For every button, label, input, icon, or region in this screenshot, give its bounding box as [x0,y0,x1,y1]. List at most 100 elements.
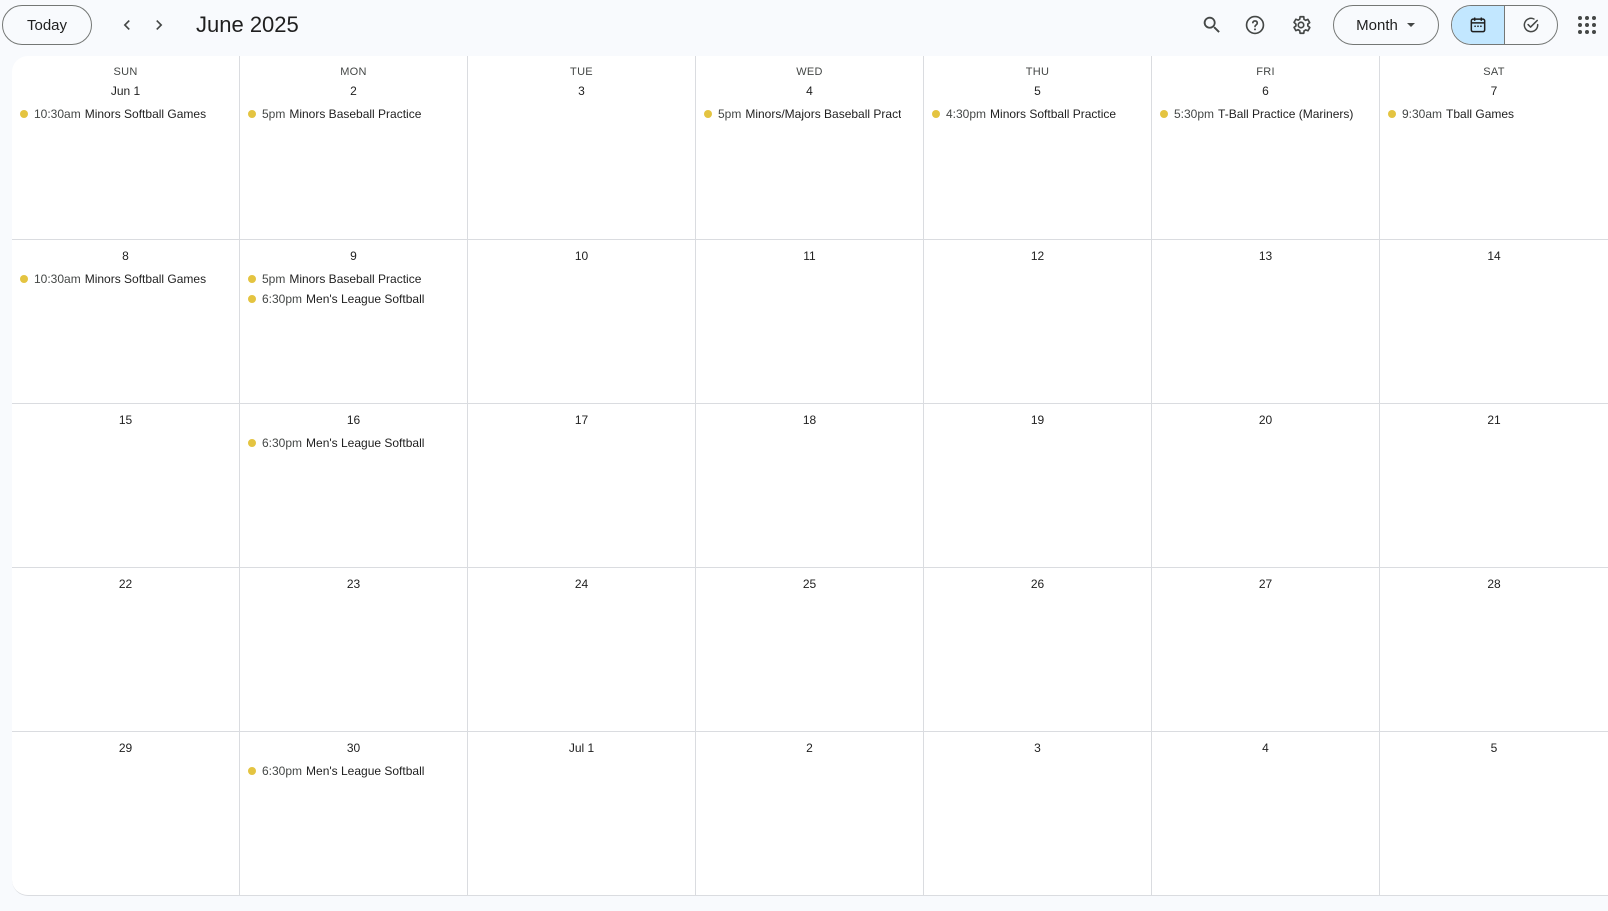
apps-button[interactable] [1567,5,1607,45]
day-cell[interactable]: 14 [1380,240,1608,404]
day-number[interactable]: 26 [924,574,1151,594]
day-cell[interactable]: 4 [1152,732,1380,896]
day-number[interactable]: 3 [468,81,695,101]
calendar-event[interactable]: 6:30pm Men's League Softball [240,433,463,453]
day-cell[interactable]: 24 [468,568,696,732]
day-cell[interactable]: WED 4 5pm Minors/Majors Baseball Pract [696,56,924,240]
day-cell[interactable]: 23 [240,568,468,732]
day-number[interactable]: 4 [696,81,923,101]
calendar-event[interactable]: 6:30pm Men's League Softball [240,289,463,309]
event-color-dot [248,767,256,775]
day-number[interactable]: 25 [696,574,923,594]
day-cell[interactable]: 20 [1152,404,1380,568]
calendar-event[interactable]: 5:30pm T-Ball Practice (Mariners) [1152,104,1375,124]
calendar-event[interactable]: 6:30pm Men's League Softball [240,761,463,781]
day-number[interactable]: 22 [12,574,239,594]
day-number[interactable]: 10 [468,246,695,266]
day-number[interactable]: Jul 1 [468,738,695,758]
event-time: 5pm [718,107,742,121]
calendar-event[interactable]: 5pm Minors Baseball Practice [240,104,463,124]
calendar-event[interactable]: 10:30am Minors Softball Games [12,269,235,289]
day-number[interactable]: 19 [924,410,1151,430]
day-number[interactable]: 30 [240,738,467,758]
day-cell[interactable]: 16 6:30pm Men's League Softball [240,404,468,568]
day-cell[interactable]: 10 [468,240,696,404]
help-icon [1245,15,1265,35]
day-number[interactable]: 21 [1380,410,1608,430]
event-color-dot [248,439,256,447]
day-number[interactable]: 5 [1380,738,1608,758]
calendar-event[interactable]: 5pm Minors/Majors Baseball Pract [696,104,919,124]
day-number[interactable]: 2 [696,738,923,758]
day-cell[interactable]: 21 [1380,404,1608,568]
day-number[interactable]: 16 [240,410,467,430]
event-list: 5pm Minors Baseball Practice 6:30pm Men's L… [240,269,467,309]
day-number[interactable]: 9 [240,246,467,266]
day-cell[interactable]: 18 [696,404,924,568]
calendar-view-button[interactable] [1452,6,1505,44]
view-selector[interactable]: Month [1333,5,1439,45]
day-number[interactable]: 13 [1152,246,1379,266]
day-cell[interactable]: 27 [1152,568,1380,732]
today-button[interactable]: Today [2,5,92,45]
day-cell[interactable]: SUN Jun 1 10:30am Minors Softball Games [12,56,240,240]
day-number[interactable]: 12 [924,246,1151,266]
event-color-dot [1388,110,1396,118]
day-number[interactable]: Jun 1 [12,81,239,101]
day-cell[interactable]: SAT 7 9:30am Tball Games [1380,56,1608,240]
settings-button[interactable] [1281,5,1321,45]
day-number[interactable]: 29 [12,738,239,758]
chevron-right-icon [156,20,163,30]
day-number[interactable]: 3 [924,738,1151,758]
day-cell[interactable]: 11 [696,240,924,404]
day-cell[interactable]: 5 [1380,732,1608,896]
calendar-event[interactable]: 9:30am Tball Games [1380,104,1604,124]
day-cell[interactable]: 3 [924,732,1152,896]
day-cell[interactable]: 29 [12,732,240,896]
day-cell[interactable]: MON 2 5pm Minors Baseball Practice [240,56,468,240]
day-cell[interactable]: Jul 1 [468,732,696,896]
day-cell[interactable]: 2 [696,732,924,896]
day-number[interactable]: 4 [1152,738,1379,758]
calendar-event[interactable]: 10:30am Minors Softball Games [12,104,235,124]
day-cell[interactable]: 13 [1152,240,1380,404]
day-cell[interactable]: 15 [12,404,240,568]
search-button[interactable] [1192,5,1232,45]
day-number[interactable]: 2 [240,81,467,101]
event-title: Tball Games [1446,107,1515,121]
day-cell[interactable]: 25 [696,568,924,732]
next-month-button[interactable] [143,9,175,41]
calendar-event[interactable]: 4:30pm Minors Softball Practice [924,104,1147,124]
day-number[interactable]: 20 [1152,410,1379,430]
help-button[interactable] [1235,5,1275,45]
day-number[interactable]: 6 [1152,81,1379,101]
day-cell[interactable]: 12 [924,240,1152,404]
event-color-dot [20,110,28,118]
day-cell[interactable]: 30 6:30pm Men's League Softball [240,732,468,896]
day-cell[interactable]: TUE 3 [468,56,696,240]
day-cell[interactable]: 9 5pm Minors Baseball Practice 6:30pm Men's … [240,240,468,404]
day-number[interactable]: 7 [1380,81,1608,101]
day-cell[interactable]: 19 [924,404,1152,568]
day-cell[interactable]: 26 [924,568,1152,732]
day-number[interactable]: 18 [696,410,923,430]
day-cell[interactable]: 8 10:30am Minors Softball Games [12,240,240,404]
day-number[interactable]: 28 [1380,574,1608,594]
day-cell[interactable]: 28 [1380,568,1608,732]
calendar-event[interactable]: 5pm Minors Baseball Practice [240,269,463,289]
day-number[interactable]: 11 [696,246,923,266]
day-number[interactable]: 5 [924,81,1151,101]
day-number[interactable]: 17 [468,410,695,430]
day-cell[interactable]: THU 5 4:30pm Minors Softball Practice [924,56,1152,240]
day-number[interactable]: 8 [12,246,239,266]
day-cell[interactable]: FRI 6 5:30pm T-Ball Practice (Mariners) [1152,56,1380,240]
day-cell[interactable]: 22 [12,568,240,732]
day-number[interactable]: 27 [1152,574,1379,594]
day-number[interactable]: 23 [240,574,467,594]
day-number[interactable]: 14 [1380,246,1608,266]
tasks-view-button[interactable] [1505,6,1558,44]
day-number[interactable]: 15 [12,410,239,430]
day-number[interactable]: 24 [468,574,695,594]
previous-month-button[interactable] [111,9,143,41]
day-cell[interactable]: 17 [468,404,696,568]
